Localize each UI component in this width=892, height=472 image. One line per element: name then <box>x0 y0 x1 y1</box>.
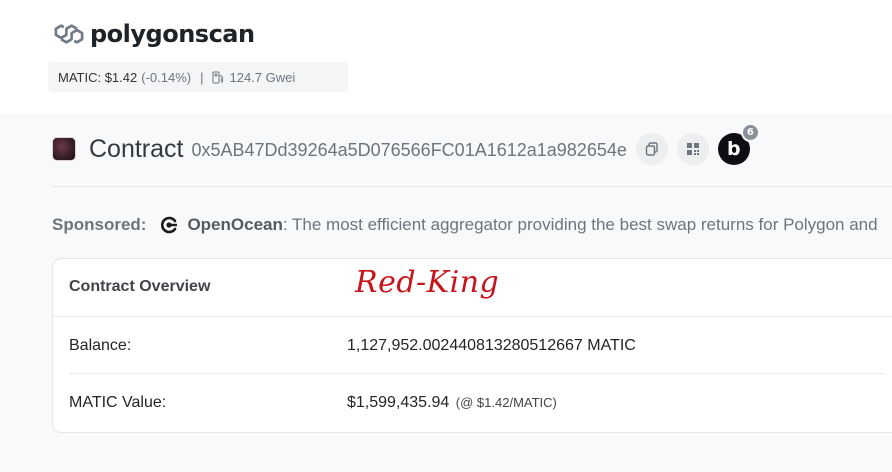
openocean-icon <box>161 216 178 234</box>
site-header: polygonscan MATIC: $1.42 (-0.14%) | 124.… <box>0 0 892 114</box>
balance-label: Balance: <box>69 337 132 354</box>
matic-value-label: MATIC Value: <box>69 394 167 411</box>
matic-value-row: MATIC Value: $1,599,435.94 (@ $1.42/MATI… <box>53 374 892 431</box>
copy-address-button[interactable] <box>635 133 668 165</box>
gas-price[interactable]: 124.7 Gwei <box>229 70 295 85</box>
sponsored-banner: Sponsored: OpenOcean : The most efficien… <box>52 213 892 237</box>
sponsored-label: Sponsored: <box>52 215 147 234</box>
price-bar: MATIC: $1.42 (-0.14%) | 124.7 Gwei <box>48 62 348 92</box>
site-logo[interactable]: polygonscan <box>52 18 255 50</box>
price-change: (-0.14%) <box>141 69 192 85</box>
blockscan-icon: b <box>727 138 741 160</box>
contract-address: 0x5AB47Dd39264a5D076566FC01A1612a1a98265… <box>191 140 627 160</box>
avatar <box>52 137 76 161</box>
gas-pump-icon <box>212 70 224 84</box>
matic-value-amount: $1,599,435.94 <box>347 394 450 411</box>
polygon-logo-icon <box>54 24 84 44</box>
divider <box>52 186 892 187</box>
contract-header: Contract 0x5AB47Dd39264a5D076566FC01A161… <box>52 123 892 168</box>
balance-value: 1,127,952.002440813280512667 MATIC <box>347 337 636 354</box>
sponsor-text: : The most efficient aggregator providin… <box>282 215 878 234</box>
matic-value: $1,599,435.94 (@ $1.42/MATIC) <box>347 394 557 412</box>
watermark-text: Red-King <box>355 265 500 300</box>
matic-price[interactable]: MATIC: $1.42 <box>58 70 137 85</box>
contract-overview-card: Contract Overview Red-King Balance: 1,12… <box>52 258 892 433</box>
brand-name: polygonscan <box>90 20 255 48</box>
notification-badge: 6 <box>740 123 760 142</box>
blockscan-chat-button[interactable]: b 6 <box>717 123 760 165</box>
card-header: Contract Overview Red-King <box>53 259 892 317</box>
copy-icon <box>645 142 658 156</box>
balance-row: Balance: 1,127,952.002440813280512667 MA… <box>53 317 892 374</box>
card-title: Contract Overview <box>69 278 211 295</box>
qr-code-button[interactable] <box>676 133 709 165</box>
matic-rate: (@ $1.42/MATIC) <box>455 395 557 410</box>
sponsor-link[interactable]: OpenOcean <box>187 215 282 235</box>
qr-code-icon <box>686 143 699 155</box>
price-separator: | <box>200 69 204 85</box>
page-title: Contract <box>89 134 184 163</box>
